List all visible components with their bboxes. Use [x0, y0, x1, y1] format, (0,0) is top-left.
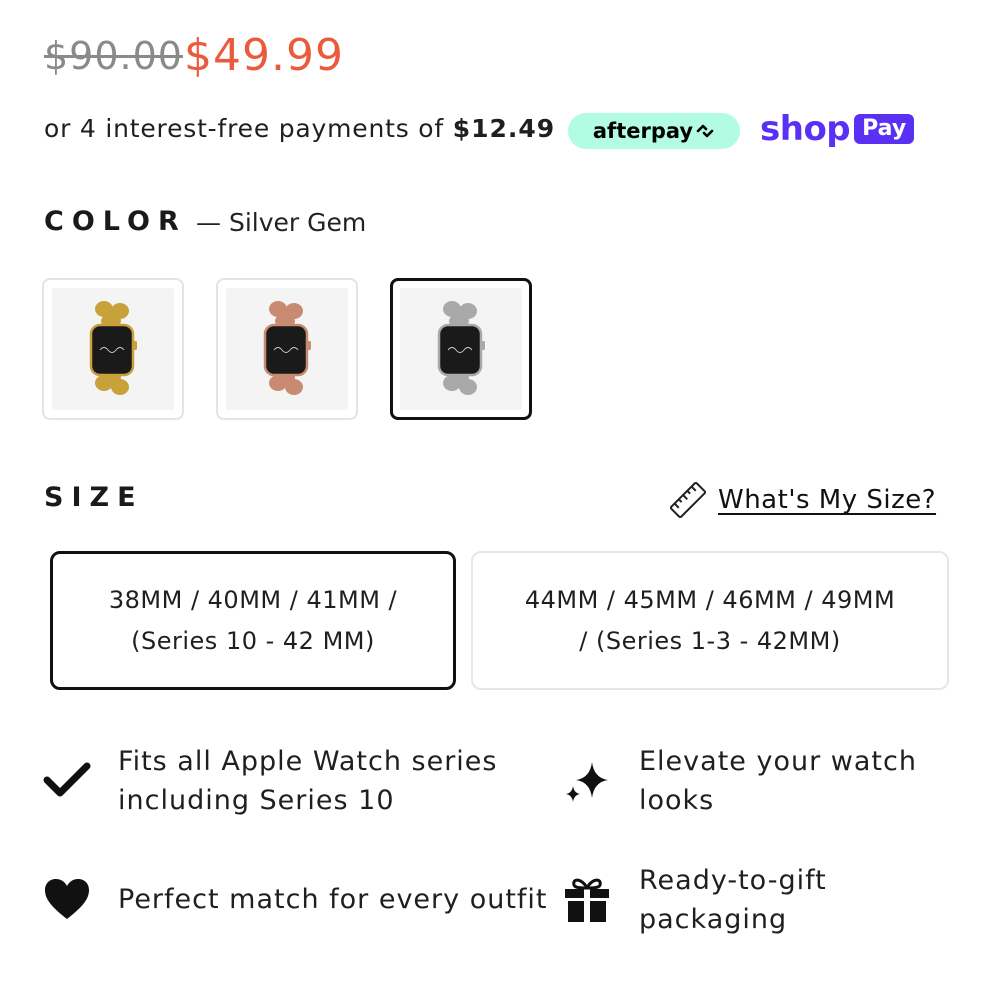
color-swatch-gold[interactable] [42, 278, 184, 420]
checkmark-icon [42, 755, 92, 805]
ruler-icon [669, 481, 707, 519]
feature-line1: Elevate your watch [639, 746, 917, 777]
selected-color-name: — Silver Gem [196, 208, 367, 237]
color-heading: COLOR [44, 206, 187, 237]
swatch-image [52, 288, 174, 410]
size-option-small[interactable]: 38MM / 40MM / 41MM / (Series 10 - 42 MM) [50, 551, 456, 690]
installment-amount: $12.49 [452, 114, 556, 143]
size-option-line1: 44MM / 45MM / 46MM / 49MM [524, 585, 896, 614]
sparkle-icon [562, 756, 612, 806]
gift-icon [562, 874, 612, 924]
shoppay-pay-pill: Pay [854, 114, 915, 144]
feature-outfit: Perfect match for every outfit [118, 880, 548, 919]
size-guide-link[interactable]: What's My Size? [668, 480, 936, 520]
size-heading: SIZE [44, 482, 144, 513]
swatch-image [226, 288, 348, 410]
color-swatch-silver[interactable] [390, 278, 532, 420]
feature-line2: including Series 10 [118, 785, 395, 816]
afterpay-label: afterpay [592, 119, 694, 143]
shoppay-word: shop [760, 109, 851, 149]
size-option-large[interactable]: 44MM / 45MM / 46MM / 49MM / (Series 1-3 … [471, 551, 949, 690]
watch-silver-icon [437, 301, 485, 395]
size-option-line2: / (Series 1-3 - 42MM) [579, 626, 841, 655]
size-option-line2: (Series 10 - 42 MM) [131, 626, 375, 655]
afterpay-arrows-icon [696, 124, 714, 138]
afterpay-badge[interactable]: afterpay [568, 113, 740, 149]
size-guide-label: What's My Size? [718, 485, 937, 515]
watch-gold-icon [89, 301, 137, 395]
swatch-image [400, 288, 522, 410]
feature-line2: packaging [639, 904, 788, 935]
heart-icon [42, 874, 92, 924]
compare-at-price: $90.00 [44, 34, 183, 78]
shoppay-badge[interactable]: shop Pay [760, 108, 915, 150]
feature-elevate: Elevate your watch looks [639, 742, 917, 820]
feature-line1: Ready-to-gift [639, 865, 827, 896]
size-option-line1: 38MM / 40MM / 41MM / [108, 585, 398, 614]
sale-price: $49.99 [184, 30, 344, 81]
feature-gift: Ready-to-gift packaging [639, 861, 827, 939]
feature-compat: Fits all Apple Watch series including Se… [118, 742, 497, 820]
feature-line1: Perfect match for every outfit [118, 884, 548, 915]
color-swatch-rosegold[interactable] [216, 278, 358, 420]
watch-rosegold-icon [263, 301, 311, 395]
feature-line2: looks [639, 785, 715, 816]
installment-prefix: or 4 interest-free payments of [44, 114, 444, 143]
installment-text: or 4 interest-free payments of $12.49 [44, 114, 555, 143]
feature-line1: Fits all Apple Watch series [118, 746, 498, 777]
